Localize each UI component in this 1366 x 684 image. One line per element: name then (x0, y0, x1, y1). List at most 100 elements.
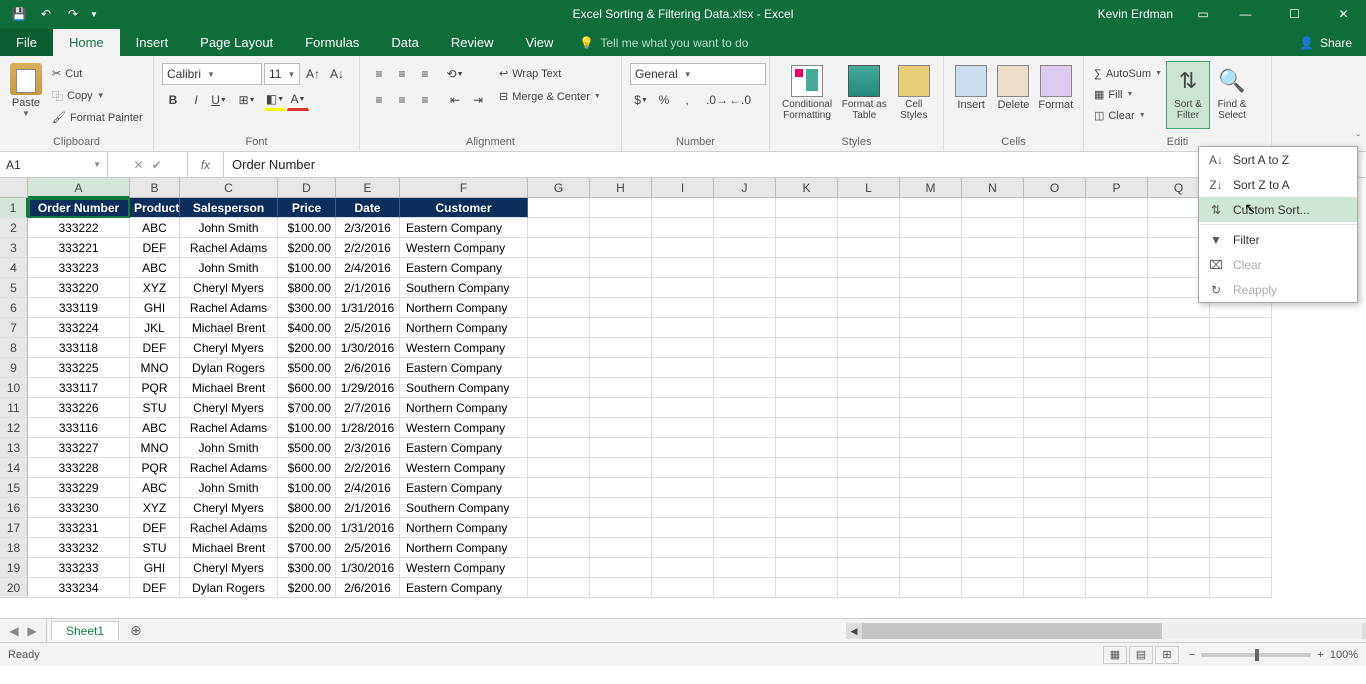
add-sheet-icon[interactable]: ⊕ (125, 622, 147, 639)
column-header[interactable]: A (28, 178, 130, 198)
data-cell[interactable]: 2/5/2016 (336, 538, 400, 558)
name-box[interactable]: A1▼ (0, 152, 108, 177)
column-header[interactable]: K (776, 178, 838, 198)
empty-cell[interactable] (900, 318, 962, 338)
data-cell[interactable]: MNO (130, 358, 180, 378)
empty-cell[interactable] (900, 358, 962, 378)
data-cell[interactable]: DEF (130, 578, 180, 598)
empty-cell[interactable] (776, 218, 838, 238)
data-cell[interactable]: 2/2/2016 (336, 458, 400, 478)
empty-cell[interactable] (528, 438, 590, 458)
font-name-combo[interactable]: Calibri▼ (162, 63, 262, 85)
data-cell[interactable]: STU (130, 398, 180, 418)
data-cell[interactable]: $100.00 (278, 258, 336, 278)
empty-cell[interactable] (1086, 318, 1148, 338)
data-cell[interactable]: Southern Company (400, 278, 528, 298)
empty-cell[interactable] (714, 218, 776, 238)
data-cell[interactable]: 333233 (28, 558, 130, 578)
table-header-cell[interactable]: Price (278, 198, 336, 218)
empty-cell[interactable] (590, 398, 652, 418)
data-cell[interactable]: $300.00 (278, 558, 336, 578)
empty-cell[interactable] (962, 578, 1024, 598)
data-cell[interactable]: Rachel Adams (180, 298, 278, 318)
empty-cell[interactable] (838, 478, 900, 498)
currency-button[interactable]: $▼ (630, 89, 652, 111)
empty-cell[interactable] (962, 498, 1024, 518)
data-cell[interactable]: Eastern Company (400, 578, 528, 598)
empty-cell[interactable] (1024, 278, 1086, 298)
empty-cell[interactable] (900, 278, 962, 298)
row-header[interactable]: 10 (0, 378, 28, 398)
empty-cell[interactable] (1210, 538, 1272, 558)
empty-cell[interactable] (1024, 518, 1086, 538)
empty-cell[interactable] (1148, 398, 1210, 418)
empty-cell[interactable] (652, 518, 714, 538)
data-cell[interactable]: 1/28/2016 (336, 418, 400, 438)
data-cell[interactable]: Rachel Adams (180, 238, 278, 258)
formula-bar[interactable]: Order Number (224, 152, 1344, 177)
empty-cell[interactable] (900, 398, 962, 418)
align-middle-icon[interactable]: ≡ (391, 63, 413, 85)
data-cell[interactable]: 2/2/2016 (336, 238, 400, 258)
data-cell[interactable]: John Smith (180, 438, 278, 458)
data-cell[interactable]: $200.00 (278, 238, 336, 258)
data-cell[interactable]: 333227 (28, 438, 130, 458)
table-header-cell[interactable]: Order Number (28, 198, 130, 218)
column-header[interactable]: H (590, 178, 652, 198)
data-cell[interactable]: $800.00 (278, 498, 336, 518)
increase-indent-icon[interactable]: ⇥ (467, 89, 489, 111)
table-header-cell[interactable]: Customer (400, 198, 528, 218)
tell-me[interactable]: 💡Tell me what you want to do (569, 30, 758, 56)
data-cell[interactable]: 2/1/2016 (336, 278, 400, 298)
share-button[interactable]: 👤Share (1285, 30, 1366, 56)
row-header[interactable]: 20 (0, 578, 28, 598)
empty-cell[interactable] (962, 458, 1024, 478)
empty-cell[interactable] (776, 298, 838, 318)
empty-cell[interactable] (900, 298, 962, 318)
data-cell[interactable]: 333220 (28, 278, 130, 298)
empty-cell[interactable] (714, 298, 776, 318)
empty-cell[interactable] (1210, 498, 1272, 518)
data-cell[interactable]: 2/7/2016 (336, 398, 400, 418)
empty-cell[interactable] (1024, 238, 1086, 258)
empty-cell[interactable] (528, 558, 590, 578)
tab-home[interactable]: Home (53, 29, 120, 56)
row-header[interactable]: 6 (0, 298, 28, 318)
data-cell[interactable]: 333221 (28, 238, 130, 258)
collapse-ribbon-icon[interactable]: ˇ (1357, 134, 1360, 145)
empty-cell[interactable] (1024, 358, 1086, 378)
empty-cell[interactable] (838, 438, 900, 458)
empty-cell[interactable] (652, 278, 714, 298)
empty-cell[interactable] (962, 538, 1024, 558)
empty-cell[interactable] (776, 398, 838, 418)
empty-cell[interactable] (652, 458, 714, 478)
empty-cell[interactable] (528, 378, 590, 398)
empty-cell[interactable] (838, 398, 900, 418)
empty-cell[interactable] (838, 578, 900, 598)
empty-cell[interactable] (962, 258, 1024, 278)
row-header[interactable]: 1 (0, 198, 28, 218)
empty-cell[interactable] (714, 538, 776, 558)
empty-cell[interactable] (776, 418, 838, 438)
data-cell[interactable]: 2/6/2016 (336, 358, 400, 378)
empty-cell[interactable] (1086, 438, 1148, 458)
empty-cell[interactable] (528, 318, 590, 338)
data-cell[interactable]: Eastern Company (400, 478, 528, 498)
empty-cell[interactable] (528, 538, 590, 558)
empty-cell[interactable] (1210, 458, 1272, 478)
empty-cell[interactable] (1148, 338, 1210, 358)
data-cell[interactable]: $300.00 (278, 298, 336, 318)
data-cell[interactable]: $100.00 (278, 478, 336, 498)
data-cell[interactable]: DEF (130, 338, 180, 358)
empty-cell[interactable] (714, 398, 776, 418)
font-color-button[interactable]: A▼ (287, 89, 309, 111)
empty-cell[interactable] (1210, 418, 1272, 438)
data-cell[interactable]: $200.00 (278, 578, 336, 598)
data-cell[interactable]: ABC (130, 418, 180, 438)
row-header[interactable]: 2 (0, 218, 28, 238)
empty-cell[interactable] (776, 478, 838, 498)
align-center-icon[interactable]: ≡ (391, 89, 413, 111)
empty-cell[interactable] (1024, 458, 1086, 478)
delete-cells-button[interactable]: Delete (992, 61, 1034, 129)
data-cell[interactable]: 333225 (28, 358, 130, 378)
